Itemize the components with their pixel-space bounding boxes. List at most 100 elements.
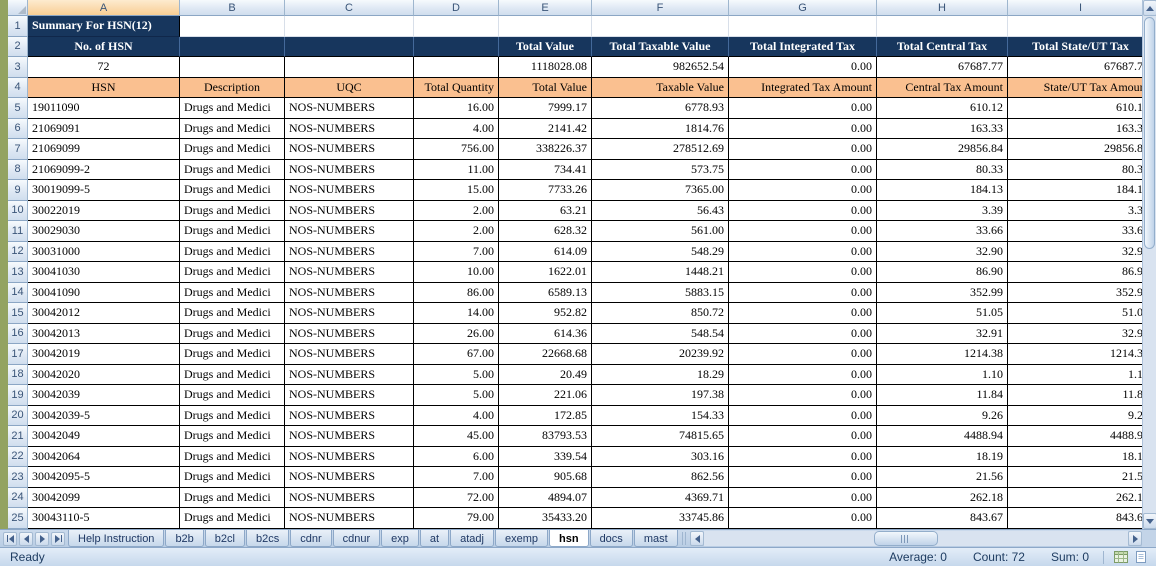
hsn-cell[interactable]: 30043110-5 bbox=[28, 508, 180, 529]
state-tax-cell[interactable]: 18.19 bbox=[1008, 446, 1142, 467]
quantity-cell[interactable]: 11.00 bbox=[414, 159, 499, 180]
state-tax-cell[interactable]: 610.12 bbox=[1008, 98, 1142, 119]
central-tax-cell[interactable]: 33.66 bbox=[877, 221, 1008, 242]
sheet-tab-docs[interactable]: docs bbox=[589, 530, 633, 547]
central-tax-cell[interactable]: 184.13 bbox=[877, 180, 1008, 201]
sheet-tab-help-instruction[interactable]: Help Instruction bbox=[68, 530, 165, 547]
horizontal-scrollbar[interactable] bbox=[690, 531, 1142, 546]
hsn-cell[interactable]: 30042095-5 bbox=[28, 467, 180, 488]
integrated-tax-cell[interactable]: 0.00 bbox=[729, 405, 877, 426]
hsn-cell[interactable]: 30041090 bbox=[28, 282, 180, 303]
empty-cell[interactable] bbox=[499, 16, 592, 37]
taxable-value-cell[interactable]: 1448.21 bbox=[592, 262, 729, 283]
quantity-cell[interactable]: 26.00 bbox=[414, 323, 499, 344]
empty-cell[interactable] bbox=[414, 16, 499, 37]
total-value-cell[interactable]: 2141.42 bbox=[499, 118, 592, 139]
horizontal-scroll-track[interactable] bbox=[704, 531, 1128, 546]
page-layout-view-icon[interactable] bbox=[1132, 549, 1150, 565]
total-value-cell[interactable]: 63.21 bbox=[499, 200, 592, 221]
state-tax-cell[interactable]: 80.33 bbox=[1008, 159, 1142, 180]
total-value-cell[interactable]: 172.85 bbox=[499, 405, 592, 426]
taxable-value-cell[interactable]: 20239.92 bbox=[592, 344, 729, 365]
hsn-cell[interactable]: 30042049 bbox=[28, 426, 180, 447]
row-header-3[interactable]: 3 bbox=[8, 57, 28, 78]
summary-integrated-tax[interactable]: 0.00 bbox=[729, 57, 877, 78]
central-tax-cell[interactable]: 9.26 bbox=[877, 405, 1008, 426]
sheet-tab-b2b[interactable]: b2b bbox=[165, 530, 204, 547]
state-tax-cell[interactable]: 1214.38 bbox=[1008, 344, 1142, 365]
central-tax-cell[interactable]: 86.90 bbox=[877, 262, 1008, 283]
row-header-2[interactable]: 2 bbox=[8, 36, 28, 57]
total-value-cell[interactable]: 7999.17 bbox=[499, 98, 592, 119]
sheet-tab-b2cs[interactable]: b2cs bbox=[245, 530, 290, 547]
uqc-cell[interactable]: NOS-NUMBERS bbox=[285, 282, 414, 303]
quantity-cell[interactable]: 45.00 bbox=[414, 426, 499, 447]
hsn-cell[interactable]: 30042019 bbox=[28, 344, 180, 365]
integrated-tax-cell[interactable]: 0.00 bbox=[729, 446, 877, 467]
row-header[interactable]: 7 bbox=[8, 139, 28, 160]
central-tax-cell[interactable]: 80.33 bbox=[877, 159, 1008, 180]
quantity-cell[interactable]: 2.00 bbox=[414, 221, 499, 242]
description-cell[interactable]: Drugs and Medici bbox=[180, 385, 285, 406]
uqc-cell[interactable]: NOS-NUMBERS bbox=[285, 180, 414, 201]
hsn-cell[interactable]: 30042039-5 bbox=[28, 405, 180, 426]
central-tax-cell[interactable]: 51.05 bbox=[877, 303, 1008, 324]
taxable-value-cell[interactable]: 18.29 bbox=[592, 364, 729, 385]
summary-header-integrated-tax[interactable]: Total Integrated Tax bbox=[729, 36, 877, 57]
quantity-cell[interactable]: 15.00 bbox=[414, 180, 499, 201]
state-tax-cell[interactable]: 32.90 bbox=[1008, 241, 1142, 262]
hsn-cell[interactable]: 30019099-5 bbox=[28, 180, 180, 201]
central-tax-cell[interactable]: 32.90 bbox=[877, 241, 1008, 262]
quantity-cell[interactable]: 86.00 bbox=[414, 282, 499, 303]
taxable-value-cell[interactable]: 862.56 bbox=[592, 467, 729, 488]
hsn-count-cell[interactable]: 72 bbox=[28, 57, 180, 78]
uqc-cell[interactable]: NOS-NUMBERS bbox=[285, 323, 414, 344]
quantity-cell[interactable]: 5.00 bbox=[414, 364, 499, 385]
total-value-cell[interactable]: 22668.68 bbox=[499, 344, 592, 365]
empty-cell[interactable] bbox=[180, 16, 285, 37]
description-cell[interactable]: Drugs and Medici bbox=[180, 159, 285, 180]
central-tax-cell[interactable]: 4488.94 bbox=[877, 426, 1008, 447]
central-tax-cell[interactable]: 11.84 bbox=[877, 385, 1008, 406]
description-cell[interactable]: Drugs and Medici bbox=[180, 487, 285, 508]
integrated-tax-cell[interactable]: 0.00 bbox=[729, 364, 877, 385]
total-value-cell[interactable]: 628.32 bbox=[499, 221, 592, 242]
description-cell[interactable]: Drugs and Medici bbox=[180, 262, 285, 283]
total-value-cell[interactable]: 20.49 bbox=[499, 364, 592, 385]
total-value-cell[interactable]: 83793.53 bbox=[499, 426, 592, 447]
description-cell[interactable]: Drugs and Medici bbox=[180, 446, 285, 467]
row-header[interactable]: 12 bbox=[8, 241, 28, 262]
quantity-cell[interactable]: 16.00 bbox=[414, 98, 499, 119]
hsn-cell[interactable]: 21069091 bbox=[28, 118, 180, 139]
description-cell[interactable]: Drugs and Medici bbox=[180, 303, 285, 324]
state-tax-cell[interactable]: 352.99 bbox=[1008, 282, 1142, 303]
row-header[interactable]: 6 bbox=[8, 118, 28, 139]
taxable-value-cell[interactable]: 573.75 bbox=[592, 159, 729, 180]
column-header-c[interactable]: C bbox=[285, 0, 414, 16]
central-tax-cell[interactable]: 18.19 bbox=[877, 446, 1008, 467]
hsn-cell[interactable]: 19011090 bbox=[28, 98, 180, 119]
state-tax-cell[interactable]: 262.18 bbox=[1008, 487, 1142, 508]
row-header[interactable]: 14 bbox=[8, 282, 28, 303]
col-header-state-tax[interactable]: State/UT Tax Amount bbox=[1008, 77, 1142, 98]
scroll-down-button[interactable] bbox=[1143, 513, 1156, 529]
total-value-cell[interactable]: 734.41 bbox=[499, 159, 592, 180]
taxable-value-cell[interactable]: 197.38 bbox=[592, 385, 729, 406]
description-cell[interactable]: Drugs and Medici bbox=[180, 180, 285, 201]
uqc-cell[interactable]: NOS-NUMBERS bbox=[285, 508, 414, 529]
integrated-tax-cell[interactable]: 0.00 bbox=[729, 508, 877, 529]
sheet-tab-b2cl[interactable]: b2cl bbox=[204, 530, 245, 547]
sheet-tab-exp[interactable]: exp bbox=[381, 530, 419, 547]
column-header-h[interactable]: H bbox=[877, 0, 1008, 16]
sheet-title-cell[interactable]: Summary For HSN(12) bbox=[28, 16, 180, 37]
next-sheet-button[interactable] bbox=[35, 531, 49, 546]
column-header-b[interactable]: B bbox=[180, 0, 285, 16]
row-header[interactable]: 19 bbox=[8, 385, 28, 406]
row-header[interactable]: 16 bbox=[8, 323, 28, 344]
description-cell[interactable]: Drugs and Medici bbox=[180, 118, 285, 139]
column-header-d[interactable]: D bbox=[414, 0, 499, 16]
tab-split-handle[interactable] bbox=[682, 532, 688, 545]
quantity-cell[interactable]: 79.00 bbox=[414, 508, 499, 529]
empty-cell[interactable] bbox=[285, 57, 414, 78]
central-tax-cell[interactable]: 163.33 bbox=[877, 118, 1008, 139]
